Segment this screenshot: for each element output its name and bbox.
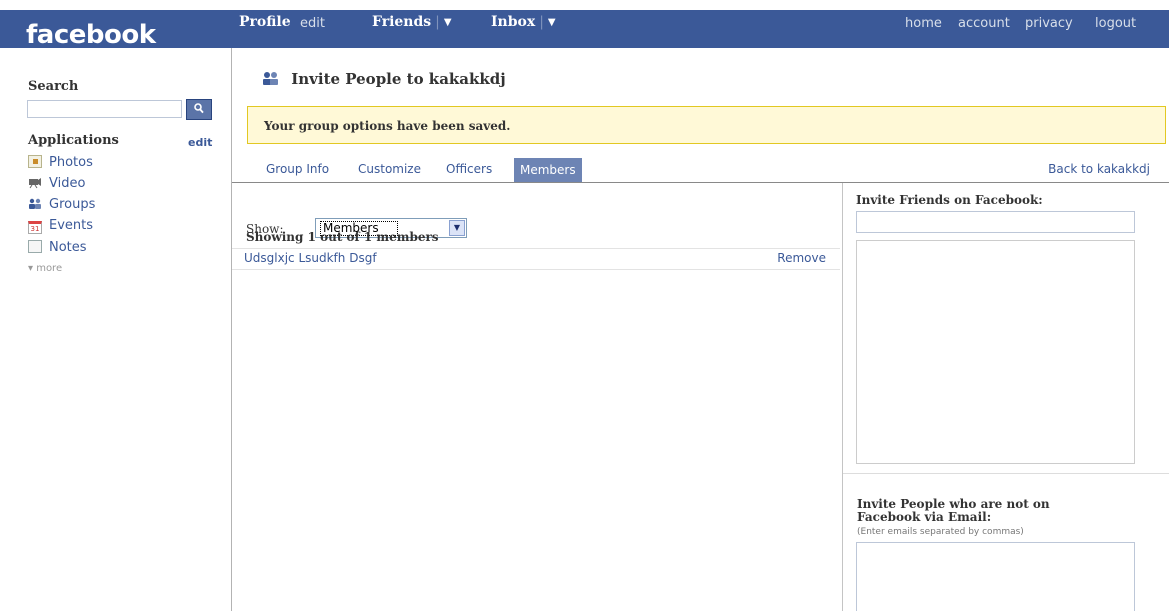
app-item-groups[interactable]: Groups <box>28 197 208 215</box>
search-button[interactable] <box>186 99 212 120</box>
saved-notice: Your group options have been saved. <box>247 106 1166 144</box>
nav-inbox-link[interactable]: Inbox | ▼ <box>491 14 556 30</box>
triangle-down-icon[interactable]: ▼ <box>444 17 452 28</box>
nav-friends-label: Friends <box>372 14 432 30</box>
members-count-text: Showing 1 out of 1 members <box>246 230 439 244</box>
nav-account-link[interactable]: account <box>958 16 1010 31</box>
events-icon: 31 <box>28 221 42 234</box>
invite-friends-heading: Invite Friends on Facebook: <box>856 193 1043 207</box>
app-item-notes[interactable]: Notes <box>28 240 208 258</box>
search-input[interactable] <box>27 100 182 118</box>
invite-email-textarea[interactable] <box>856 542 1135 611</box>
groups-icon <box>262 70 285 88</box>
app-label: Video <box>49 176 86 191</box>
app-item-events[interactable]: 31 Events <box>28 218 208 236</box>
search-label: Search <box>28 79 79 94</box>
nav-separator: | <box>539 14 544 30</box>
applications-edit-link[interactable]: edit <box>188 136 212 149</box>
tab-members[interactable]: Members <box>514 158 582 182</box>
nav-profile-link[interactable]: Profile <box>239 14 291 30</box>
nav-separator: | <box>435 14 440 30</box>
chevron-down-icon[interactable]: ▼ <box>449 220 465 236</box>
invite-email-hint: (Enter emails separated by commas) <box>857 527 1024 537</box>
remove-member-link[interactable]: Remove <box>777 251 826 265</box>
invite-friends-input[interactable] <box>856 211 1135 233</box>
applications-heading: Applications <box>28 133 119 148</box>
nav-profile-edit-link[interactable]: edit <box>300 16 325 31</box>
app-label: Events <box>49 218 94 233</box>
nav-privacy-link[interactable]: privacy <box>1025 16 1073 31</box>
right-column-separator <box>843 473 1169 474</box>
member-row: Udsglxjc Lsudkfh Dsgf Remove <box>232 248 840 270</box>
member-name-link[interactable]: Udsglxjc Lsudkfh Dsgf <box>244 251 377 265</box>
photos-icon <box>28 155 42 168</box>
app-label: Groups <box>49 197 96 212</box>
facebook-logo[interactable]: facebook <box>26 20 156 50</box>
app-item-photos[interactable]: Photos <box>28 155 208 173</box>
more-apps-link[interactable]: ▾ more <box>28 263 62 274</box>
nav-friends-link[interactable]: Friends | ▼ <box>372 14 452 30</box>
page-title: Invite People to kakakkdj <box>262 70 506 88</box>
invite-friends-list[interactable] <box>856 240 1135 464</box>
magnifier-icon <box>194 103 204 114</box>
invite-email-heading: Invite People who are not on Facebook vi… <box>857 497 1050 524</box>
column-divider <box>842 183 843 611</box>
app-label: Photos <box>49 155 93 170</box>
app-label: Notes <box>49 240 87 255</box>
nav-inbox-label: Inbox <box>491 14 536 30</box>
saved-notice-text: Your group options have been saved. <box>264 119 511 133</box>
triangle-down-icon[interactable]: ▼ <box>548 17 556 28</box>
page-title-text: Invite People to kakakkdj <box>291 70 506 88</box>
tab-group-info[interactable]: Group Info <box>266 162 329 176</box>
video-icon <box>28 177 42 190</box>
app-item-video[interactable]: Video <box>28 176 208 194</box>
back-to-group-link[interactable]: Back to kakakkdj <box>1048 162 1150 176</box>
tab-officers[interactable]: Officers <box>446 162 492 176</box>
nav-logout-link[interactable]: logout <box>1095 16 1136 31</box>
nav-home-link[interactable]: home <box>905 16 942 31</box>
tab-customize[interactable]: Customize <box>358 162 421 176</box>
notes-icon <box>28 240 42 253</box>
groups-icon <box>28 198 42 211</box>
